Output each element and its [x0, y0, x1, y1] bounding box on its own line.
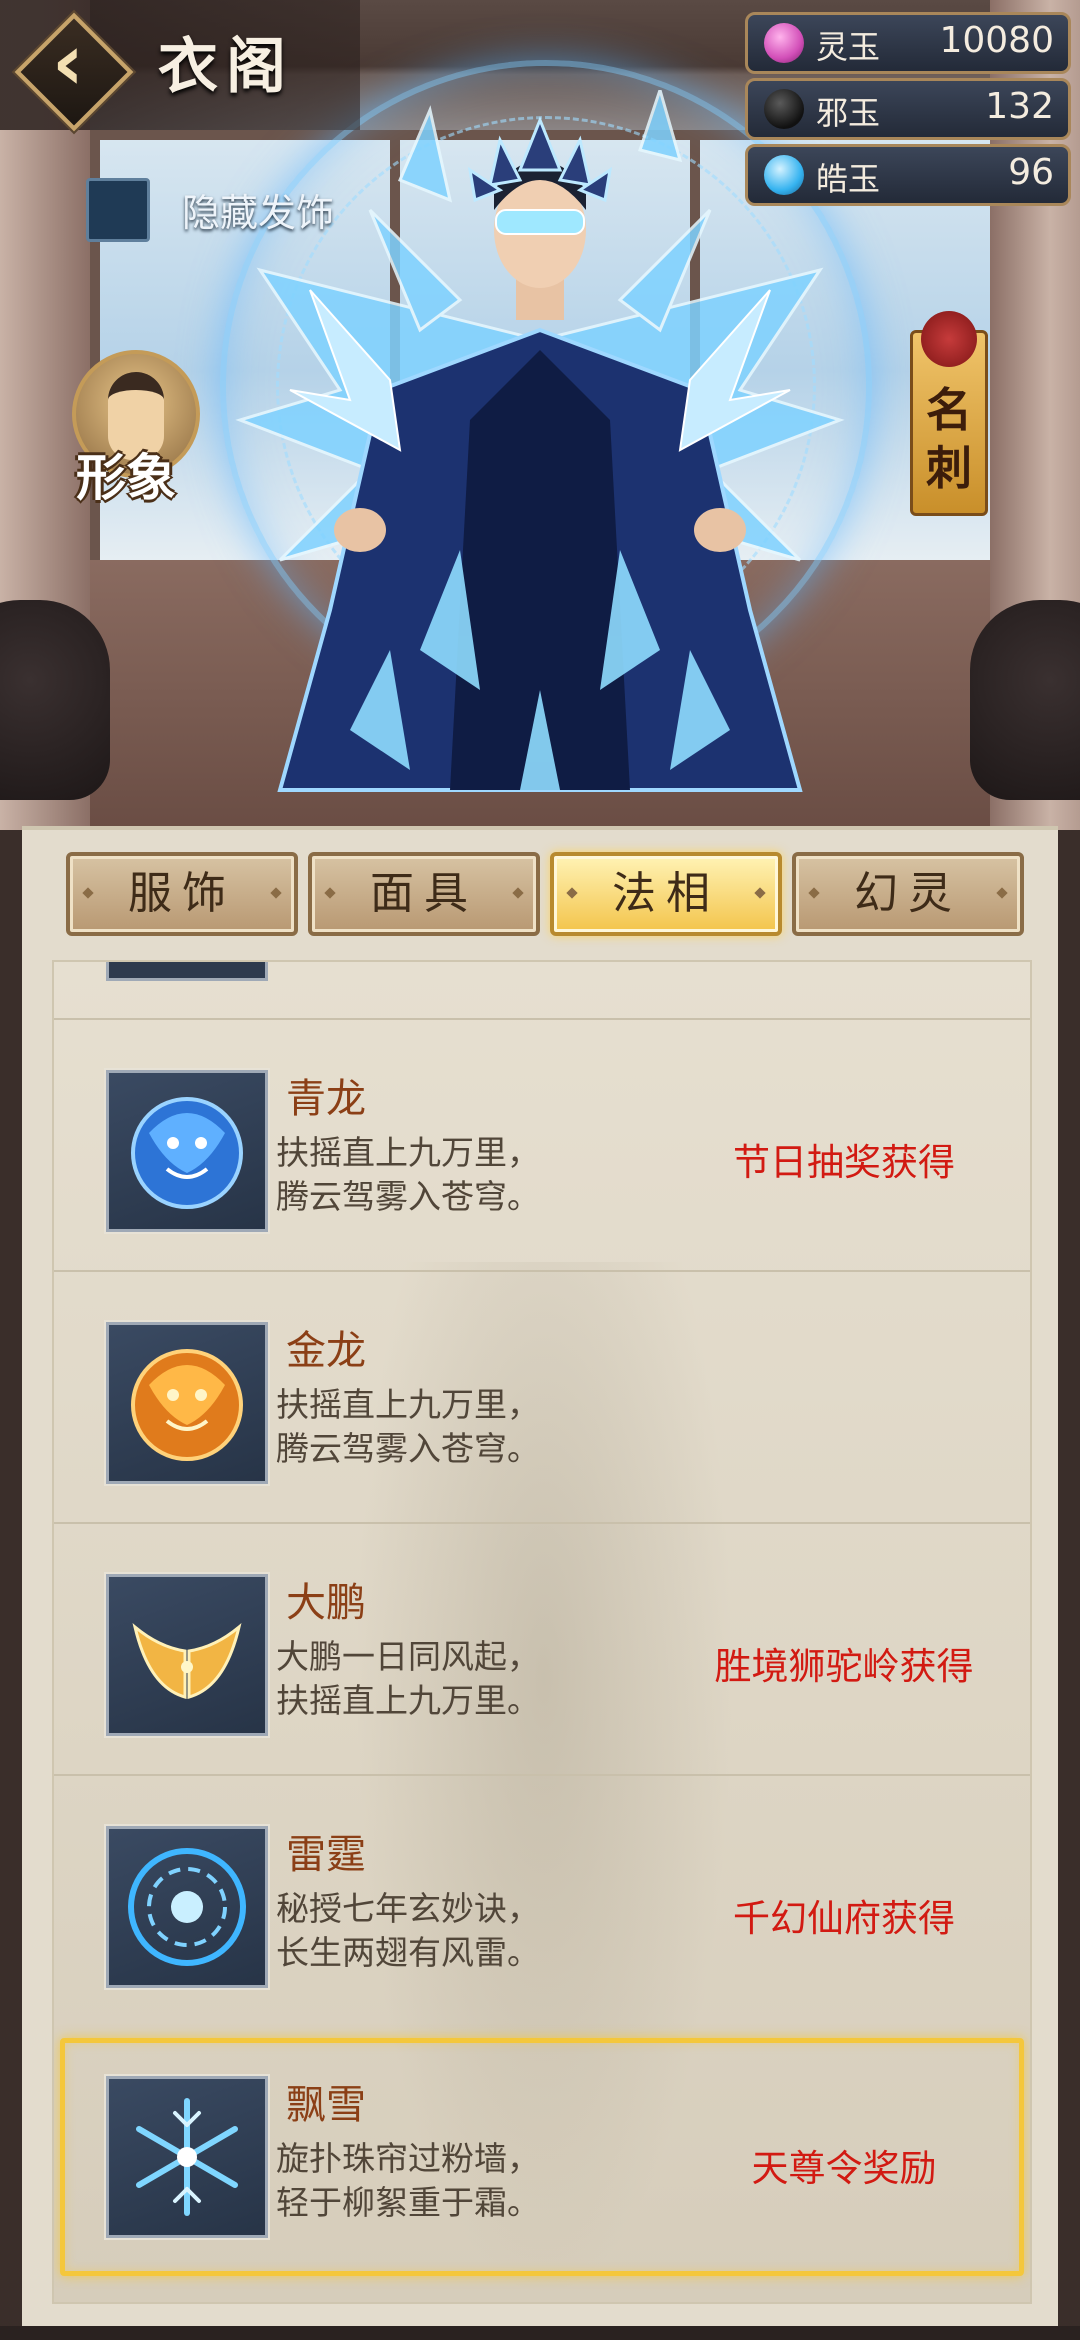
hide-hair-checkbox[interactable]	[86, 178, 150, 242]
name-card-button[interactable]: 名刺	[910, 311, 988, 516]
dark-swirl-icon	[764, 89, 804, 129]
list-item[interactable]: 大鹏 大鹏一日同风起， 扶摇直上九万里。 胜境狮驼岭获得	[54, 1522, 1030, 1776]
item-desc-line2: 腾云驾雾入苍穹。	[276, 1429, 540, 1468]
item-desc-line1: 大鹏一日同风起，	[276, 1637, 540, 1676]
category-tabs: 服饰 面具 法相 幻灵	[66, 852, 1036, 936]
pink-jade-icon	[764, 23, 804, 63]
tab-spirit[interactable]: 幻灵	[792, 852, 1024, 936]
currency-haoyu[interactable]: 皓玉 96	[745, 144, 1071, 206]
item-source: 节日抽奖获得	[733, 1141, 955, 1184]
item-source: 天尊令奖励	[751, 2147, 937, 2190]
tab-clothing[interactable]: 服饰	[66, 852, 298, 936]
gold-dragon-icon	[106, 1322, 268, 1484]
item-desc-line2: 长生两翅有风雷。	[276, 1933, 540, 1972]
tab-faxiang[interactable]: 法相	[550, 852, 782, 936]
page-title: 衣阁	[158, 32, 294, 102]
item-desc-line2: 扶摇直上九万里。	[276, 1681, 540, 1720]
item-name: 青龙	[286, 1076, 366, 1122]
blue-drop-icon	[764, 155, 804, 195]
item-name: 雷霆	[286, 1832, 366, 1878]
currency-xieyu[interactable]: 邪玉 132	[745, 78, 1071, 140]
item-desc-line1: 扶摇直上九万里，	[276, 1133, 540, 1172]
red-seal-icon	[921, 311, 977, 367]
list-item[interactable]: 金龙 扶摇直上九万里， 腾云驾雾入苍穹。	[54, 1270, 1030, 1524]
wardrobe-panel: 服饰 面具 法相 幻灵 青龙 扶摇直上九万里， 腾云驾雾入苍穹。 节日抽奖获得 …	[22, 826, 1058, 2330]
hide-hair-label: 隐藏发饰	[182, 191, 335, 235]
top-bar: ‹ 衣阁	[0, 0, 360, 132]
bottom-edge	[0, 2326, 1080, 2340]
item-desc-line1: 秘授七年玄妙诀，	[276, 1889, 540, 1928]
lamp-right	[970, 600, 1080, 800]
currency-value: 132	[985, 86, 1054, 127]
list-item[interactable]: 雷霆 秘授七年玄妙诀， 长生两翅有风雷。 千幻仙府获得	[54, 1774, 1030, 2028]
item-name: 金龙	[286, 1328, 366, 1374]
item-name: 飘雪	[286, 2082, 366, 2128]
item-desc-line2: 腾云驾雾入苍穹。	[276, 1177, 540, 1216]
currency-value: 96	[1008, 152, 1054, 193]
blue-dragon-icon	[106, 1070, 268, 1232]
item-source: 千幻仙府获得	[733, 1897, 955, 1940]
item-desc-line1: 旋扑珠帘过粉墙，	[276, 2139, 540, 2178]
snowflake-icon	[106, 2076, 268, 2238]
currency-value: 10080	[939, 20, 1054, 61]
currency-name: 皓玉	[816, 160, 881, 198]
item-desc-line1: 扶摇直上九万里，	[276, 1385, 540, 1424]
item-source: 胜境狮驼岭获得	[714, 1645, 974, 1688]
currency-name: 灵玉	[816, 28, 881, 66]
golden-wings-icon	[106, 1574, 268, 1736]
appearance-label[interactable]: 形象	[76, 438, 176, 510]
currency-lingyu[interactable]: 灵玉 10080	[745, 12, 1071, 74]
name-card-label: 名刺	[926, 383, 972, 495]
list-item-selected[interactable]: 飘雪 旋扑珠帘过粉墙， 轻于柳絮重于霜。 天尊令奖励	[54, 2026, 1030, 2278]
partial-item-icon[interactable]	[106, 962, 268, 981]
item-name: 大鹏	[286, 1580, 366, 1626]
back-chevron-icon[interactable]: ‹	[28, 18, 108, 108]
tab-mask[interactable]: 面具	[308, 852, 540, 936]
lamp-left	[0, 600, 110, 800]
item-list[interactable]: 青龙 扶摇直上九万里， 腾云驾雾入苍穹。 节日抽奖获得 金龙 扶摇直上九万里， …	[52, 960, 1032, 2304]
thunder-circle-icon	[106, 1826, 268, 1988]
currency-name: 邪玉	[816, 94, 881, 132]
list-item[interactable]: 青龙 扶摇直上九万里， 腾云驾雾入苍穹。 节日抽奖获得	[54, 1018, 1030, 1272]
item-desc-line2: 轻于柳絮重于霜。	[276, 2183, 540, 2222]
